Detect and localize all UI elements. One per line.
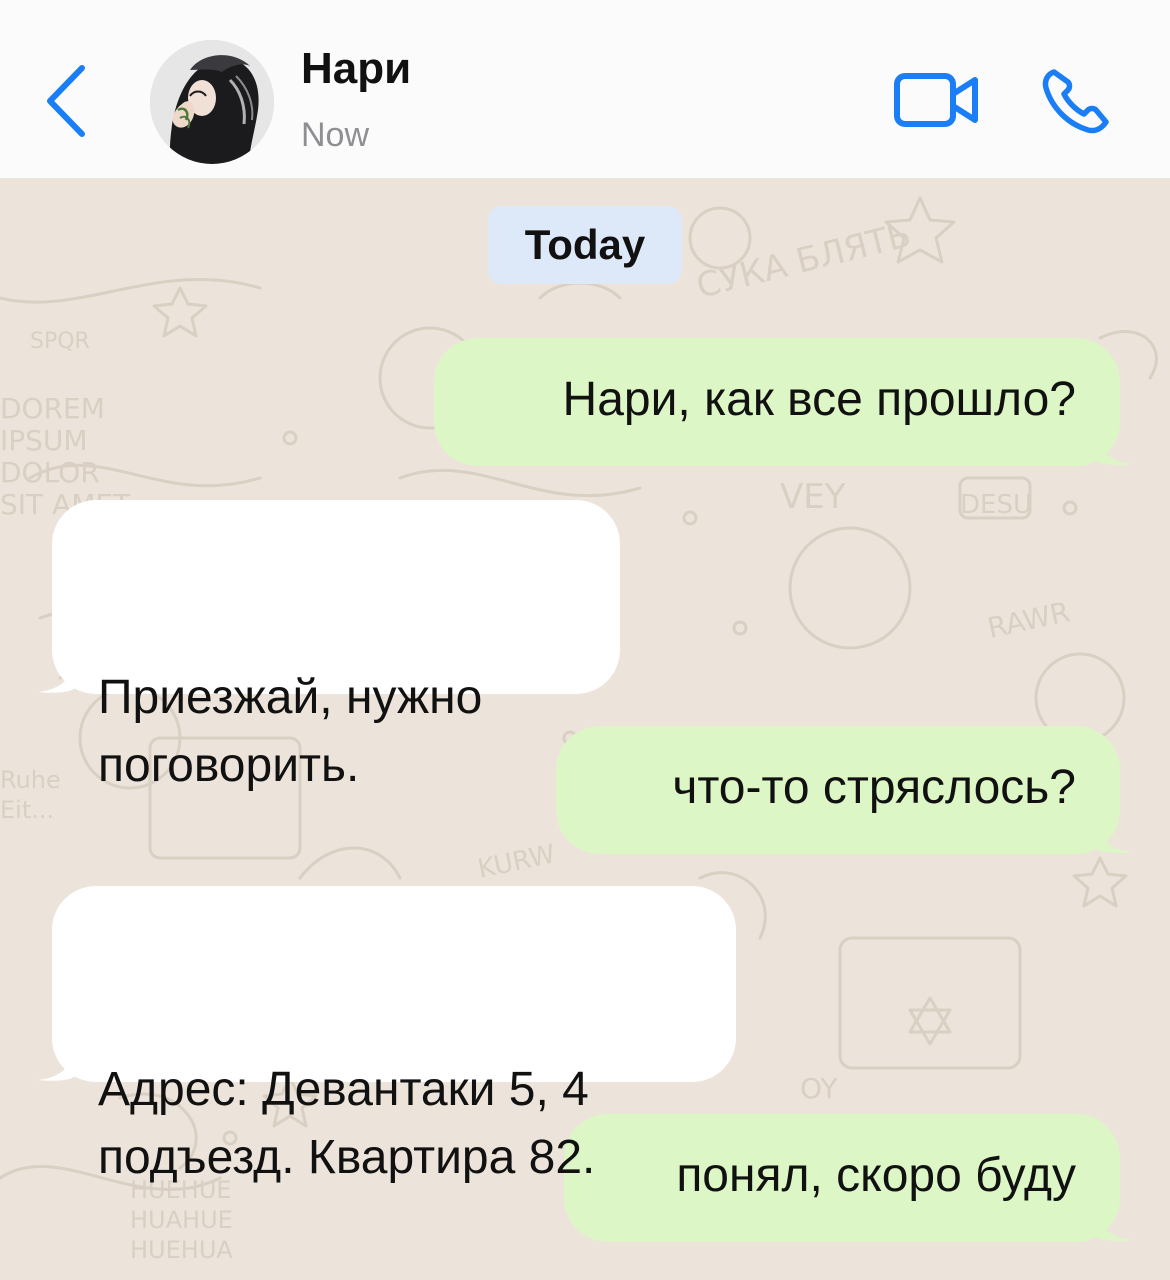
chat-area[interactable]: СУКА БЛЯТЬ VEY DESU RAWR KURW OY DOREM I… bbox=[0, 178, 1170, 1280]
message-text: понял, скоро буду bbox=[676, 1149, 1076, 1202]
wallpaper-doodle-7: DOREM bbox=[0, 392, 105, 425]
message-text: Нари, как все прошло? bbox=[562, 373, 1076, 426]
date-divider: Today bbox=[488, 206, 682, 284]
wallpaper-doodle-1: СУКА БЛЯТЬ bbox=[693, 215, 915, 307]
voice-call-button[interactable] bbox=[1040, 66, 1112, 136]
contact-name[interactable]: Нари bbox=[301, 44, 411, 94]
wallpaper-doodle-9: DOLOR bbox=[0, 456, 100, 489]
chevron-left-icon bbox=[47, 65, 85, 137]
avatar-image bbox=[150, 40, 274, 164]
wallpaper-doodle-2: VEY bbox=[780, 477, 846, 517]
video-call-button[interactable] bbox=[893, 70, 979, 130]
wallpaper-doodle-3: DESU bbox=[960, 490, 1032, 520]
wallpaper-doodle-16: Eit... bbox=[0, 796, 54, 824]
wallpaper-doodle-15: Ruhe bbox=[0, 766, 61, 794]
bubble-tail bbox=[38, 1042, 78, 1081]
message-text: Приезжай, нужно поговорить. bbox=[98, 671, 483, 792]
incoming-message[interactable]: Адрес: Девантаки 5, 4 подъезд. Квартира … bbox=[38, 886, 736, 1184]
phone-icon bbox=[1042, 69, 1109, 134]
incoming-message[interactable]: Приезжай, нужно поговорить. bbox=[38, 500, 620, 792]
wallpaper-doodle-11: SPQR bbox=[30, 329, 90, 354]
chat-header: Нари Now bbox=[0, 0, 1170, 178]
bubble-tail bbox=[1092, 426, 1132, 465]
wallpaper-doodle-6: OY bbox=[800, 1072, 839, 1105]
outgoing-message[interactable]: Нари, как все прошло? bbox=[434, 338, 1132, 466]
outgoing-message[interactable]: что-то стряслось? bbox=[556, 726, 1132, 854]
video-camera-icon bbox=[894, 73, 978, 127]
bubble-tail bbox=[1092, 814, 1132, 853]
back-button[interactable] bbox=[40, 62, 96, 140]
avatar[interactable] bbox=[150, 40, 274, 164]
contact-status: Now bbox=[301, 116, 370, 154]
bubble-tail bbox=[38, 654, 78, 693]
wallpaper-doodle-4: RAWR bbox=[985, 595, 1073, 645]
bubble-tail bbox=[1092, 1202, 1132, 1241]
wallpaper-doodle-8: IPSUM bbox=[0, 424, 88, 457]
message-text: что-то стряслось? bbox=[672, 761, 1076, 814]
